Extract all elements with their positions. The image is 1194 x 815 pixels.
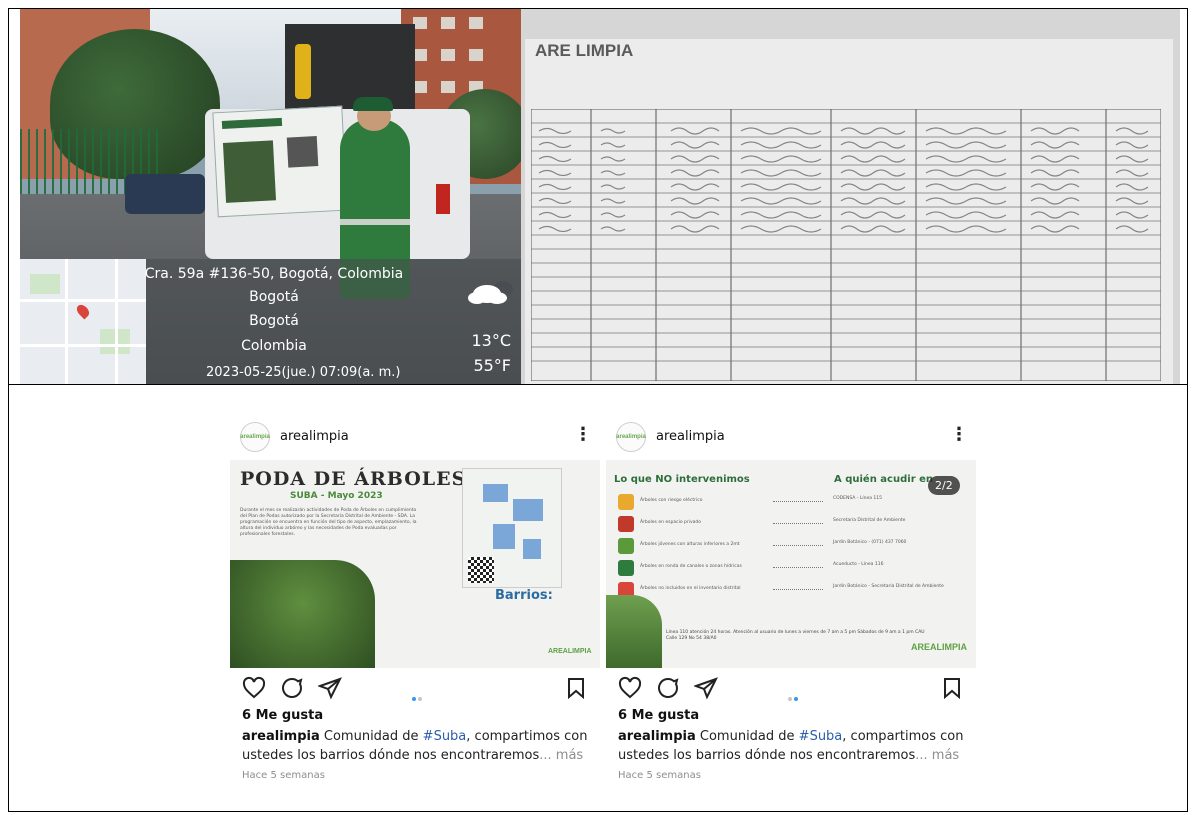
qr-code [468, 557, 494, 583]
comment-icon[interactable] [656, 676, 680, 700]
caption-username[interactable]: arealimpia [242, 729, 320, 744]
post-header: arealimpia arealimpia ⋮ [616, 420, 976, 456]
worker-cap [353, 97, 393, 111]
share-icon[interactable] [694, 676, 718, 700]
stamp-address: Cra. 59a #136-50, Bogotá, Colombia [144, 266, 404, 282]
hashtag-link[interactable]: #Suba [423, 729, 467, 744]
brand-logo: AREALIMPIA [548, 648, 592, 655]
post-username[interactable]: arealimpia [280, 429, 349, 444]
held-banner [212, 105, 348, 218]
post-timestamp: Hace 5 semanas [242, 770, 325, 781]
caption-text: Comunidad de [695, 729, 799, 744]
graphic-subtitle: SUBA - Mayo 2023 [290, 491, 383, 501]
reflective-stripe [340, 219, 410, 225]
handwritten-table [531, 109, 1161, 381]
bookmark-icon[interactable] [940, 676, 964, 700]
instagram-post: arealimpia arealimpia ⋮ PODA DE ÁRBOLES … [230, 410, 610, 795]
info-row: Árboles en espacio privado Secretaría Di… [618, 514, 968, 534]
park-photo [606, 595, 662, 668]
instagram-post: arealimpia arealimpia ⋮ Lo que NO interv… [606, 410, 986, 795]
document-logo: ARE LIMPIA [535, 41, 634, 60]
who-to-contact-heading: A quién acudir en [834, 474, 934, 485]
info-row: Árboles jóvenes con alturas inferiores a… [618, 536, 968, 556]
post-actions [618, 676, 968, 702]
stamp-city: Bogotá [249, 289, 299, 305]
post-username[interactable]: arealimpia [656, 429, 725, 444]
info-row: Árboles no incluidos en el inventario di… [618, 580, 968, 600]
post-caption: arealimpia Comunidad de #Suba, compartim… [242, 727, 597, 765]
hashtag-link[interactable]: #Suba [799, 729, 843, 744]
warning-icon [618, 494, 634, 510]
post-caption: arealimpia Comunidad de #Suba, compartim… [618, 727, 973, 765]
more-options-icon[interactable]: ⋮ [574, 424, 592, 445]
barrios-heading: Barrios: [495, 588, 553, 603]
post-actions [242, 676, 592, 702]
attendance-sheet-photo: ARE LIMPIA [521, 9, 1180, 384]
heart-icon[interactable] [618, 676, 642, 700]
more-link[interactable]: ... más [915, 748, 959, 763]
graphic-body-text: Durante el mes se realizarán actividades… [240, 508, 417, 537]
carousel-indicator [788, 686, 808, 701]
taillight [436, 184, 450, 214]
likes-count[interactable]: 6 Me gusta [242, 708, 323, 723]
more-options-icon[interactable]: ⋮ [950, 424, 968, 445]
fire-extinguisher [295, 44, 311, 99]
service-hours-text: Línea 110 atención 24 horas. Atención al… [666, 630, 925, 641]
not-intervened-heading: Lo que NO intervenimos [614, 474, 750, 485]
avatar[interactable]: arealimpia [616, 422, 646, 452]
row-divider [8, 384, 1188, 385]
avatar[interactable]: arealimpia [240, 422, 270, 452]
bookmark-icon[interactable] [564, 676, 588, 700]
stamp-country: Colombia [241, 338, 307, 354]
private-property-icon [618, 516, 634, 532]
carousel-indicator [412, 686, 432, 701]
caption-username[interactable]: arealimpia [618, 729, 696, 744]
neighborhood-map [462, 468, 562, 588]
caption-text: Comunidad de [319, 729, 423, 744]
likes-count[interactable]: 6 Me gusta [618, 708, 699, 723]
more-link[interactable]: ... más [539, 748, 583, 763]
post-image[interactable]: PODA DE ÁRBOLES SUBA - Mayo 2023 Durante… [230, 460, 600, 668]
comment-icon[interactable] [280, 676, 304, 700]
info-row: Árboles en ronda de canales o zonas hídr… [618, 558, 968, 578]
young-tree-icon [618, 538, 634, 554]
barrios-list [466, 605, 566, 645]
heart-icon[interactable] [242, 676, 266, 700]
brand-logo: AREALIMPIA [911, 642, 967, 652]
tree-pruning-photo [230, 560, 375, 668]
field-photo: Cra. 59a #136-50, Bogotá, Colombia Bogot… [20, 9, 521, 384]
post-image[interactable]: Lo que NO intervenimos A quién acudir en… [606, 460, 976, 668]
tarp [125, 174, 205, 214]
post-header: arealimpia arealimpia ⋮ [240, 420, 600, 456]
post-timestamp: Hace 5 semanas [618, 770, 701, 781]
graphic-title: PODA DE ÁRBOLES [240, 468, 467, 490]
temperature-fahrenheit: 55°F [473, 356, 511, 375]
water-channel-icon [618, 560, 634, 576]
temperature-celsius: 13°C [471, 331, 511, 350]
share-icon[interactable] [318, 676, 342, 700]
cloud-icon [468, 281, 513, 304]
stamp-datetime: 2023-05-25(jue.) 07:09(a. m.) [206, 365, 401, 380]
map-pin-icon [74, 302, 92, 320]
info-row: Árboles con riesgo eléctrico CODENSA - L… [618, 492, 968, 512]
stamp-region: Bogotá [249, 313, 299, 329]
